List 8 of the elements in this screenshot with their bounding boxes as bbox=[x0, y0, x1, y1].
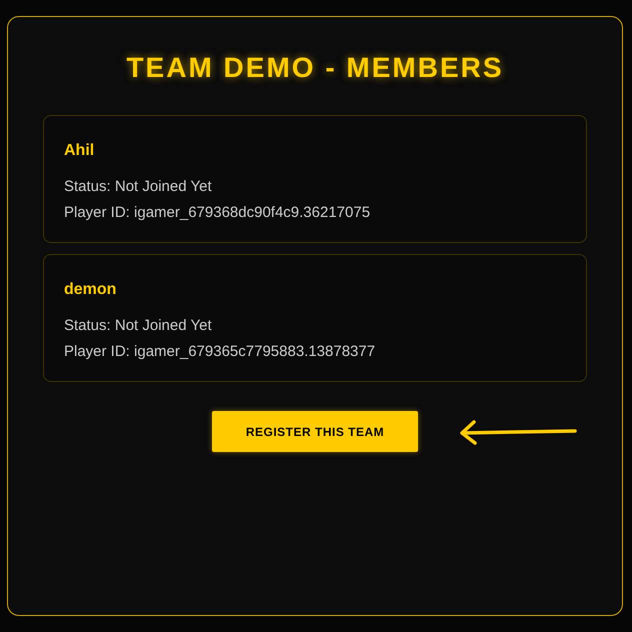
page-title: TEAM DEMO - MEMBERS bbox=[126, 51, 504, 85]
register-button[interactable]: REGISTER THIS TEAM bbox=[212, 411, 418, 452]
member-name: demon bbox=[64, 280, 118, 300]
player-id: Player ID: igamer_679365c7795883.13878377 bbox=[64, 342, 376, 362]
member-status: Status: Not Joined Yet bbox=[64, 177, 213, 197]
member-name: Ahil bbox=[64, 141, 96, 161]
player-id: Player ID: igamer_679368dc90f4c9.36217075 bbox=[64, 203, 372, 223]
member-status: Status: Not Joined Yet bbox=[64, 316, 213, 336]
